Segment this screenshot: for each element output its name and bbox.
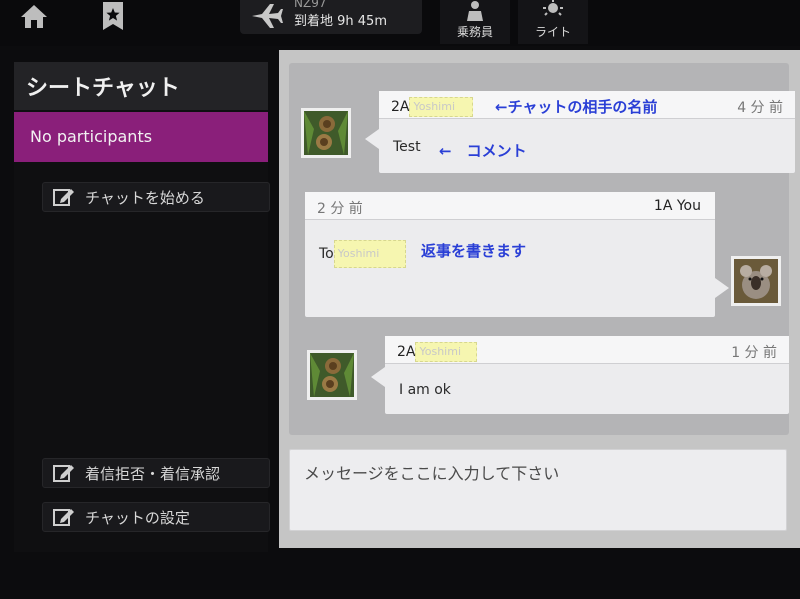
crew-button[interactable]: 乗務員 — [440, 0, 510, 44]
start-chat-button[interactable]: チャットを始める — [42, 182, 270, 212]
comment-annotation: ← コメント — [439, 142, 527, 160]
recipient-name: Yoshimi — [333, 240, 406, 268]
plane-icon — [252, 4, 283, 28]
sender-seat: 2A Yoshimi — [397, 342, 478, 362]
message-text: To Yoshimi — [319, 240, 406, 268]
name-annotation: ←チャットの相手の名前 — [495, 98, 658, 116]
block-accept-label: 着信拒否・着信承認 — [85, 464, 221, 483]
start-chat-label: チャットを始める — [85, 188, 205, 207]
sender-name: Yoshimi — [409, 97, 474, 117]
avatar — [301, 108, 351, 158]
message-header: 2 分 前 1A You — [305, 192, 715, 220]
flight-number: NZ97 — [294, 0, 327, 10]
light-label: ライト — [534, 25, 571, 39]
edit-icon — [53, 187, 75, 207]
edit-icon — [53, 507, 75, 527]
message-text: I am ok — [399, 382, 451, 398]
sidebar: シートチャット No participants チャットを始める 着信拒否・着信… — [14, 62, 270, 552]
bubble-tail — [715, 278, 729, 298]
top-bar: NZ97 到着地 9h 45m 乗務員 ライト — [0, 0, 800, 46]
message-time: 1 分 前 — [731, 345, 777, 361]
edit-icon — [53, 463, 75, 483]
chat-settings-button[interactable]: チャットの設定 — [42, 502, 270, 532]
message-text: Test — [393, 139, 421, 155]
chat-panel: 2A Yoshimi ←チャットの相手の名前 4 分 前 Test ← コメント … — [279, 50, 800, 548]
home-button[interactable] — [14, 0, 54, 32]
sender-self: 1A You — [653, 198, 701, 214]
bubble-tail — [365, 129, 379, 149]
sidebar-title: シートチャット — [14, 62, 268, 110]
arrival-time: 到着地 9h 45m — [294, 14, 387, 29]
reply-annotation: 返事を書きます — [421, 242, 527, 260]
avatar-self — [731, 256, 781, 306]
crew-icon — [467, 1, 483, 21]
light-button[interactable]: ライト — [518, 0, 588, 44]
message-bubble[interactable]: 2A Yoshimi ←チャットの相手の名前 4 分 前 Test ← コメント — [379, 91, 795, 173]
message-bubble-self[interactable]: 2 分 前 1A You To Yoshimi 返事を書きます — [305, 192, 715, 317]
avatar — [307, 350, 357, 400]
bubble-tail — [371, 367, 385, 387]
message-header: 2A Yoshimi ←チャットの相手の名前 4 分 前 — [379, 91, 795, 119]
flight-info[interactable]: NZ97 到着地 9h 45m — [240, 0, 422, 34]
message-time: 4 分 前 — [737, 100, 783, 116]
seat-number: 2A — [397, 344, 416, 360]
participants-status[interactable]: No participants — [14, 112, 268, 162]
block-accept-button[interactable]: 着信拒否・着信承認 — [42, 458, 270, 488]
sender-seat: 2A Yoshimi — [391, 97, 474, 117]
crew-label: 乗務員 — [456, 25, 493, 39]
message-input[interactable]: メッセージをここに入力して下さい — [289, 449, 787, 531]
message-list[interactable]: 2A Yoshimi ←チャットの相手の名前 4 分 前 Test ← コメント … — [289, 63, 795, 435]
favorites-button[interactable] — [96, 0, 130, 32]
star-icon — [103, 2, 123, 30]
message-header: 2A Yoshimi 1 分 前 — [385, 336, 789, 364]
home-icon — [21, 5, 47, 28]
message-time: 2 分 前 — [317, 201, 363, 217]
light-icon — [543, 0, 563, 16]
seat-number: 2A — [391, 99, 410, 115]
sender-name: Yoshimi — [415, 342, 478, 362]
message-prefix: To — [319, 246, 334, 262]
chat-settings-label: チャットの設定 — [85, 508, 190, 527]
message-bubble[interactable]: 2A Yoshimi 1 分 前 I am ok — [385, 336, 789, 414]
